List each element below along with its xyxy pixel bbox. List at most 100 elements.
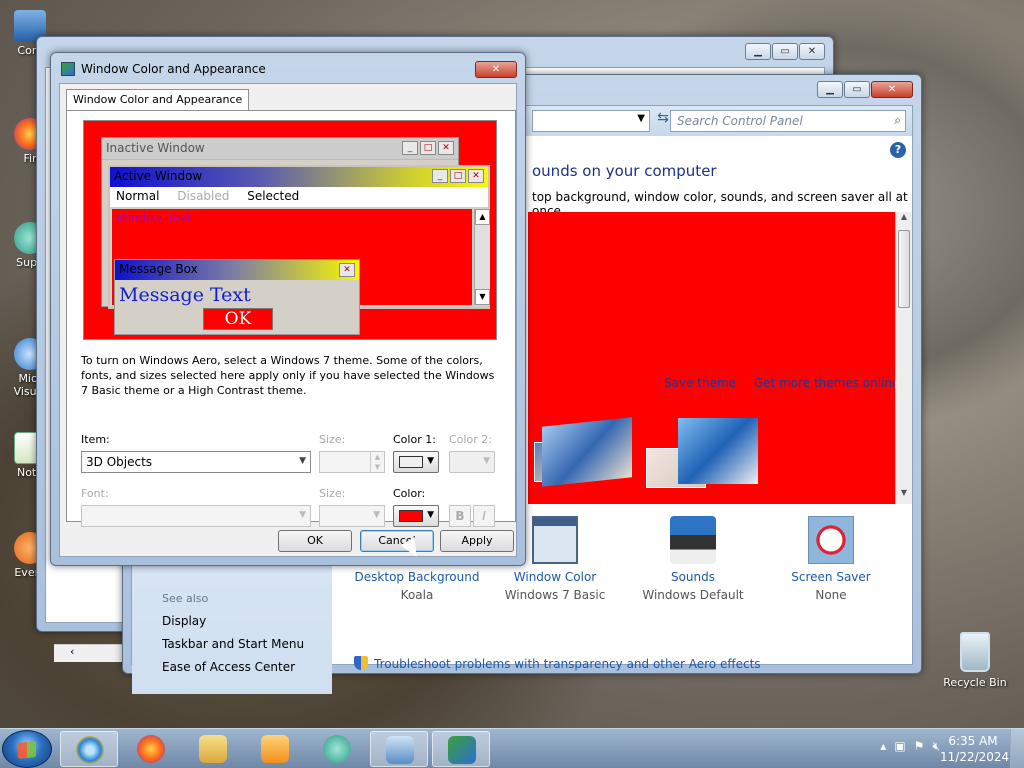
taskbar-media-player[interactable] bbox=[246, 731, 304, 767]
action-center-flag-icon[interactable]: ⚑ bbox=[914, 739, 925, 754]
close-icon: ✕ bbox=[468, 169, 484, 183]
scroll-up-icon[interactable]: ▲ bbox=[896, 212, 912, 228]
maximize-button[interactable]: ▭ bbox=[844, 81, 870, 98]
theme-list[interactable]: Save theme Get more themes online ▲ ▼ bbox=[528, 212, 912, 504]
taskbar-ie[interactable] bbox=[60, 731, 118, 767]
screen-saver-icon bbox=[808, 516, 854, 564]
taskbar-firefox[interactable] bbox=[122, 731, 180, 767]
minimize-button[interactable]: ▁ bbox=[745, 43, 771, 60]
appearance-preview[interactable]: Inactive Window _ □ ✕ Active Window _ □ … bbox=[83, 120, 497, 340]
clock[interactable]: 6:35 AM 11/22/2024 bbox=[940, 733, 1010, 765]
search-input[interactable]: Search Control Panel ⌕ bbox=[670, 110, 906, 132]
save-theme-link[interactable]: Save theme bbox=[664, 376, 736, 390]
size-label: Size: bbox=[319, 433, 346, 446]
system-tray: ▴ ▣ ⚑ 🔇︎ bbox=[880, 739, 940, 754]
minimize-icon: _ bbox=[432, 169, 448, 183]
see-also-ease-of-access-link[interactable]: Ease of Access Center bbox=[162, 660, 295, 674]
taskbar-explorer[interactable] bbox=[184, 731, 242, 767]
theme-thumbnail[interactable] bbox=[542, 417, 632, 487]
help-icon[interactable]: ? bbox=[890, 142, 906, 158]
tab-pane: Inactive Window _ □ ✕ Active Window _ □ … bbox=[66, 110, 516, 527]
get-more-themes-link[interactable]: Get more themes online bbox=[754, 376, 900, 390]
theme-thumbnail[interactable] bbox=[678, 418, 758, 484]
maximize-icon: □ bbox=[450, 169, 466, 183]
apply-button[interactable]: Apply bbox=[440, 530, 514, 552]
option-label: Window Color bbox=[513, 570, 597, 584]
taskbar-control-panel[interactable] bbox=[370, 731, 428, 767]
menu-disabled[interactable]: Disabled bbox=[177, 189, 229, 203]
recycle-bin-icon bbox=[960, 632, 990, 672]
taskbar-personalization[interactable] bbox=[432, 731, 490, 767]
chevron-down-icon: ▼ bbox=[373, 510, 380, 520]
troubleshoot-label: Troubleshoot problems with transparency … bbox=[374, 657, 761, 671]
window-color-appearance-dialog[interactable]: Window Color and Appearance ✕ Window Col… bbox=[50, 52, 526, 566]
option-value: None bbox=[815, 588, 847, 602]
bold-button[interactable]: B bbox=[449, 505, 471, 527]
caption-buttons: ▁ ▭ ✕ bbox=[817, 81, 913, 98]
font-color-picker[interactable]: ▼ bbox=[393, 505, 439, 527]
menu-selected[interactable]: Selected bbox=[247, 189, 299, 203]
app-icon bbox=[323, 735, 351, 763]
network-icon[interactable]: ▣ bbox=[894, 739, 905, 754]
see-also-taskbar-link[interactable]: Taskbar and Start Menu bbox=[162, 637, 304, 651]
ok-button[interactable]: OK bbox=[278, 530, 352, 552]
size-spinner[interactable]: ▲ ▼ bbox=[319, 451, 385, 473]
active-caption-buttons: _ □ ✕ bbox=[432, 169, 484, 183]
search-icon[interactable]: ⌕ bbox=[894, 113, 901, 128]
preview-message-box[interactable]: Message Box ✕ Message Text OK bbox=[114, 259, 360, 335]
color1-picker[interactable]: ▼ bbox=[393, 451, 439, 473]
scroll-up-icon: ▲ bbox=[475, 209, 490, 225]
clock-date: 11/22/2024 bbox=[940, 750, 1010, 764]
desktop-icon-label: Fir bbox=[23, 152, 37, 165]
message-box-text: Message Text bbox=[119, 284, 251, 306]
internet-explorer-icon bbox=[76, 736, 104, 764]
taskbar-app[interactable] bbox=[308, 731, 366, 767]
windows-logo-icon bbox=[18, 741, 36, 759]
show-hidden-icons-icon[interactable]: ▴ bbox=[880, 739, 886, 754]
search-placeholder: Search Control Panel bbox=[677, 114, 803, 128]
preview-scrollbar[interactable]: ▲ ▼ bbox=[474, 209, 490, 305]
message-box-ok-button[interactable]: OK bbox=[203, 308, 273, 330]
see-also-display-link[interactable]: Display bbox=[162, 614, 206, 628]
item-select[interactable]: 3D Objects ▼ bbox=[81, 451, 311, 473]
color2-picker[interactable]: ▼ bbox=[449, 451, 495, 473]
address-bar[interactable]: ▼ bbox=[532, 110, 650, 132]
spinner-arrows-icon: ▲ ▼ bbox=[370, 452, 384, 472]
control-panel-icon bbox=[386, 736, 414, 764]
sounds-option[interactable]: Sounds Windows Default bbox=[628, 516, 758, 602]
start-button[interactable] bbox=[2, 730, 52, 768]
scroll-thumb[interactable] bbox=[898, 230, 910, 308]
close-button[interactable]: ✕ bbox=[871, 81, 913, 98]
message-box-title: Message Box bbox=[115, 260, 359, 280]
volume-muted-icon[interactable]: 🔇︎ bbox=[932, 739, 940, 754]
option-value: Koala bbox=[400, 588, 434, 602]
tab-window-color-appearance[interactable]: Window Color and Appearance bbox=[66, 89, 250, 111]
maximize-button[interactable]: ▭ bbox=[772, 43, 798, 60]
menu-normal[interactable]: Normal bbox=[116, 189, 159, 203]
font-select[interactable]: ▼ bbox=[81, 505, 311, 527]
chevron-down-icon: ▼ bbox=[299, 456, 306, 466]
screen-saver-option[interactable]: Screen Saver None bbox=[766, 516, 896, 602]
close-button[interactable]: ✕ bbox=[799, 43, 825, 60]
italic-button[interactable]: I bbox=[473, 505, 495, 527]
minimize-button[interactable]: ▁ bbox=[817, 81, 843, 98]
dialog-body: Window Color and Appearance Inactive Win… bbox=[59, 83, 517, 557]
font-color-swatch bbox=[399, 510, 423, 522]
option-value: Windows Default bbox=[642, 588, 744, 602]
close-icon: ✕ bbox=[438, 141, 454, 155]
vertical-scrollbar[interactable]: ▲ ▼ bbox=[895, 212, 912, 504]
cancel-button[interactable]: Cancel bbox=[360, 530, 434, 552]
show-desktop-button[interactable] bbox=[1010, 729, 1024, 768]
desktop-icon-recycle-bin[interactable]: Recycle Bin bbox=[940, 632, 1010, 689]
option-label: Desktop Background bbox=[354, 570, 480, 584]
color1-swatch bbox=[399, 456, 423, 468]
media-player-icon bbox=[261, 735, 289, 763]
scroll-down-icon[interactable]: ▼ bbox=[896, 488, 912, 504]
chevron-down-icon[interactable]: ▼ bbox=[637, 113, 645, 124]
troubleshoot-link[interactable]: Troubleshoot problems with transparency … bbox=[354, 656, 761, 671]
close-button[interactable]: ✕ bbox=[475, 61, 517, 78]
chevron-down-icon: ▼ bbox=[427, 456, 434, 466]
option-label: Screen Saver bbox=[791, 570, 871, 584]
color2-label: Color 2: bbox=[449, 433, 492, 446]
font-size-select[interactable]: ▼ bbox=[319, 505, 385, 527]
